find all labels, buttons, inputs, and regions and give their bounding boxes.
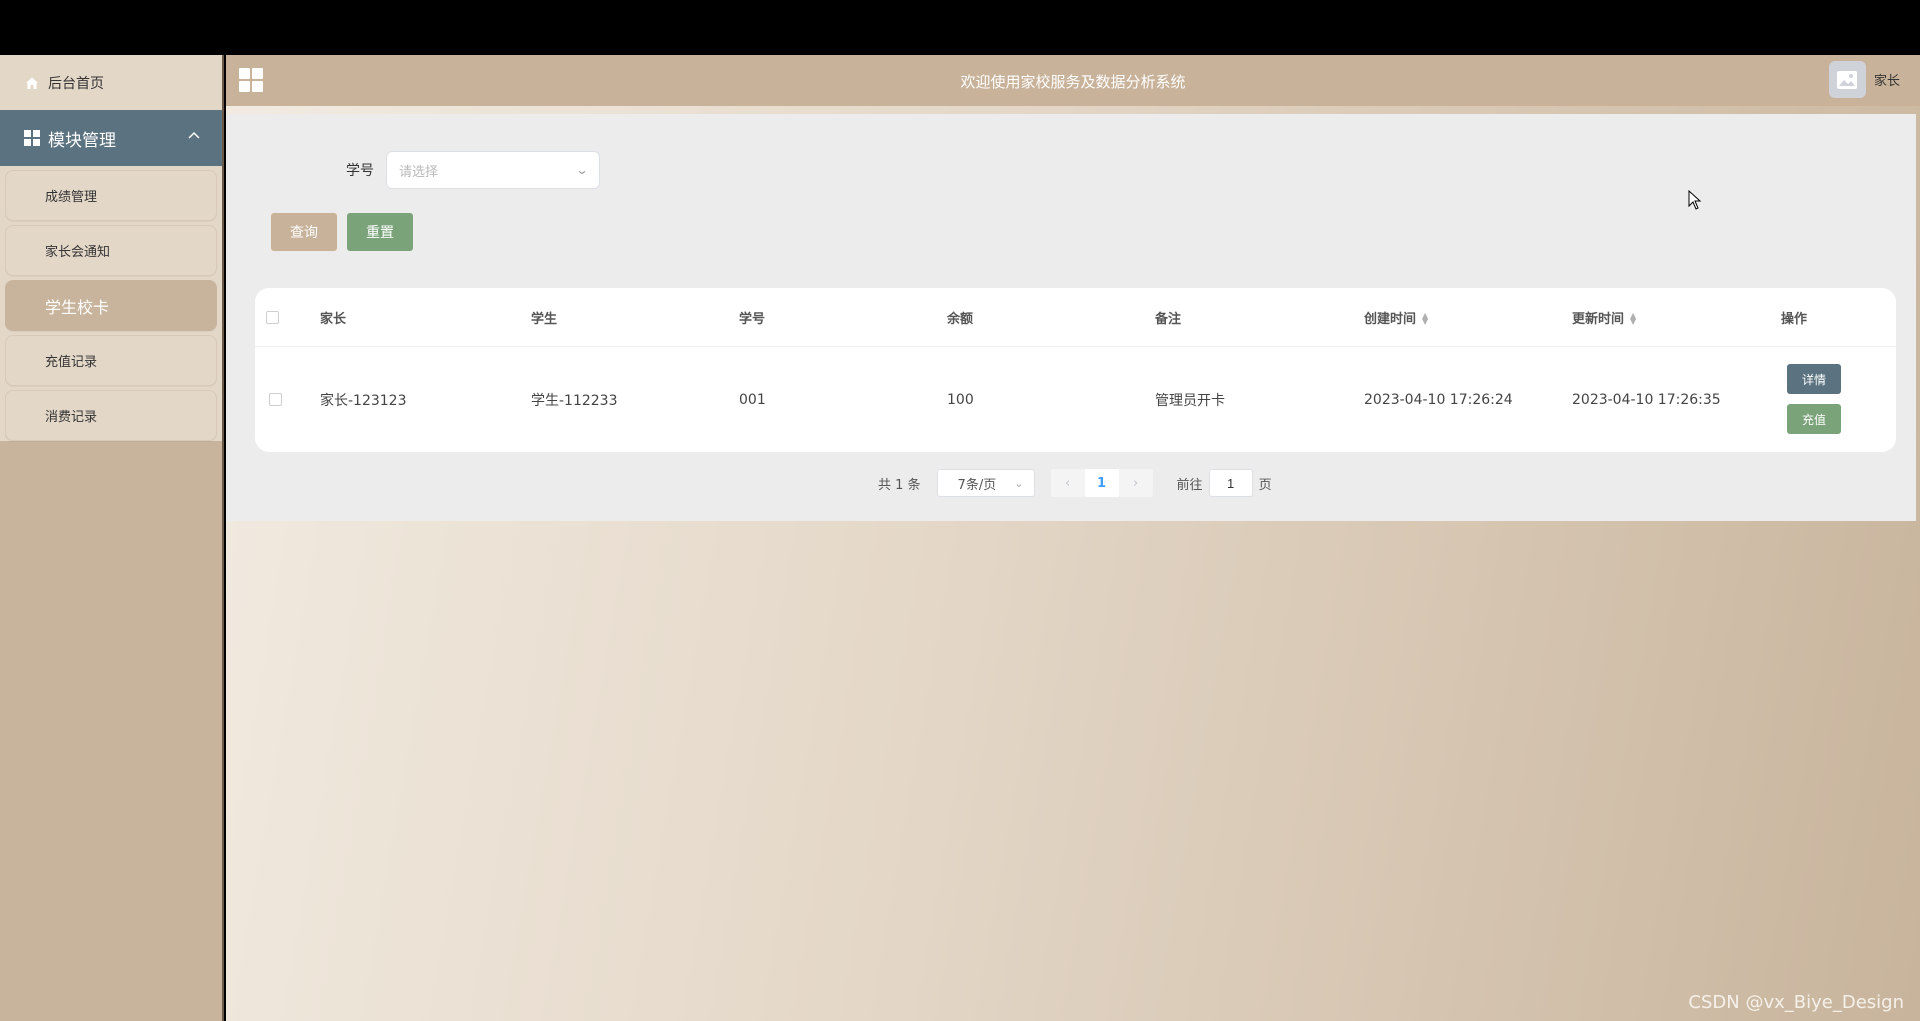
- data-table: 家长 学生 学号 余额 备注 创建时间 ▲ ▼ 更新时间 ▲ ▼ 操作 家长-12312…: [255, 288, 1896, 452]
- select-all-checkbox[interactable]: [266, 311, 279, 324]
- reset-button[interactable]: 重置: [347, 213, 413, 251]
- detail-button[interactable]: 详情: [1787, 364, 1841, 394]
- student-no-select[interactable]: 请选择 ⌄: [386, 151, 600, 189]
- image-icon: [1837, 70, 1858, 89]
- col-created-at-label: 创建时间: [1364, 311, 1417, 327]
- select-placeholder: 请选择: [399, 164, 439, 180]
- cell-created-at: 2023-04-10 17:26:24: [1364, 391, 1513, 408]
- sort-icon[interactable]: ▲ ▼: [1422, 312, 1428, 326]
- main-area: 欢迎使用家校服务及数据分析系统 家长 学号 请选择 ⌄ 查询 重置 家长 学生: [226, 55, 1920, 1021]
- col-remark: 备注: [1155, 311, 1182, 327]
- mouse-cursor-icon: [1688, 190, 1702, 210]
- grid-icon: [24, 130, 40, 146]
- header: 欢迎使用家校服务及数据分析系统 家长: [226, 55, 1920, 106]
- cell-parent: 家长-123123: [320, 392, 407, 409]
- chevron-down-icon: ⌄: [575, 163, 589, 177]
- sidebar-item-label: 消费记录: [45, 410, 98, 425]
- recharge-button[interactable]: 充值: [1787, 404, 1841, 434]
- module-management-label: 模块管理: [48, 130, 116, 151]
- cell-student: 学生-112233: [531, 392, 618, 409]
- cell-balance: 100: [947, 391, 974, 408]
- cell-updated-at: 2023-04-10 17:26:35: [1572, 391, 1721, 408]
- module-submenu: 成绩管理 家长会通知 学生校卡 充值记录 消费记录: [0, 166, 222, 441]
- col-actions: 操作: [1781, 311, 1808, 327]
- next-page-button[interactable]: ›: [1118, 469, 1153, 497]
- sidebar-item-recharge-records[interactable]: 充值记录: [5, 335, 217, 386]
- cell-student-no: 001: [739, 391, 766, 408]
- sidebar-item-label: 家长会通知: [45, 245, 111, 260]
- page-size-select[interactable]: 7条/页 ⌄: [936, 469, 1035, 497]
- col-created-at[interactable]: 创建时间 ▲ ▼: [1364, 308, 1428, 327]
- page-number[interactable]: 1: [1084, 469, 1119, 497]
- top-black-bar: [0, 0, 1920, 55]
- table-row: 家长-123123 学生-112233 001 100 管理员开卡 2023-0…: [255, 347, 1896, 452]
- query-button[interactable]: 查询: [271, 213, 337, 251]
- sidebar-module-management[interactable]: 模块管理: [0, 110, 222, 166]
- row-actions: 详情 充值: [1787, 364, 1841, 434]
- col-student: 学生: [531, 311, 558, 327]
- col-updated-at-label: 更新时间: [1572, 311, 1625, 327]
- chevron-down-icon: ⌄: [1014, 476, 1024, 490]
- pagination: 共 1 条 7条/页 ⌄ ‹ 1 › 前往 页: [878, 469, 1272, 497]
- avatar: [1828, 61, 1866, 98]
- user-menu[interactable]: 家长: [1828, 61, 1900, 98]
- page-title: 欢迎使用家校服务及数据分析系统: [960, 73, 1186, 91]
- sidebar-item-label: 成绩管理: [45, 190, 98, 205]
- goto-suffix: 页: [1258, 477, 1272, 493]
- pagination-total: 共 1 条: [878, 477, 921, 493]
- sidebar-item-parent-meeting[interactable]: 家长会通知: [5, 225, 217, 276]
- watermark: CSDN @vx_Biye_Design: [1688, 992, 1904, 1013]
- goto-prefix: 前往: [1176, 477, 1203, 493]
- filter-row: 学号 请选择 ⌄: [346, 151, 600, 189]
- sidebar-item-home-label: 后台首页: [48, 75, 104, 92]
- cell-remark: 管理员开卡: [1155, 392, 1225, 409]
- sort-icon[interactable]: ▲ ▼: [1630, 312, 1636, 326]
- user-name: 家长: [1873, 74, 1900, 89]
- row-checkbox[interactable]: [269, 393, 282, 406]
- action-buttons: 查询 重置: [271, 213, 413, 251]
- sidebar-item-student-card[interactable]: 学生校卡: [5, 280, 217, 331]
- sidebar-item-consumption-records[interactable]: 消费记录: [5, 390, 217, 441]
- sidebar-item-label: 学生校卡: [45, 297, 110, 317]
- prev-page-button[interactable]: ‹: [1050, 469, 1085, 497]
- sidebar-item-label: 充值记录: [45, 355, 98, 370]
- home-icon: [24, 75, 40, 91]
- sidebar: 后台首页 模块管理 成绩管理 家长会通知 学生校卡 充值记录 消费记录: [0, 55, 224, 1021]
- sidebar-item-home[interactable]: 后台首页: [0, 55, 222, 110]
- goto-page-input[interactable]: [1208, 469, 1253, 497]
- table-header: 家长 学生 学号 余额 备注 创建时间 ▲ ▼ 更新时间 ▲ ▼ 操作: [255, 288, 1896, 347]
- col-updated-at[interactable]: 更新时间 ▲ ▼: [1572, 308, 1636, 327]
- col-student-no: 学号: [739, 311, 766, 327]
- col-balance: 余额: [947, 311, 974, 327]
- student-no-label: 学号: [346, 163, 374, 179]
- col-parent: 家长: [320, 311, 347, 327]
- page-size-value: 7条/页: [957, 477, 997, 493]
- chevron-up-icon: [188, 128, 200, 143]
- content-panel: 学号 请选择 ⌄ 查询 重置 家长 学生 学号 余额 备注 创建时间 ▲ ▼ 更新时…: [226, 114, 1916, 521]
- sidebar-item-grades[interactable]: 成绩管理: [5, 170, 217, 221]
